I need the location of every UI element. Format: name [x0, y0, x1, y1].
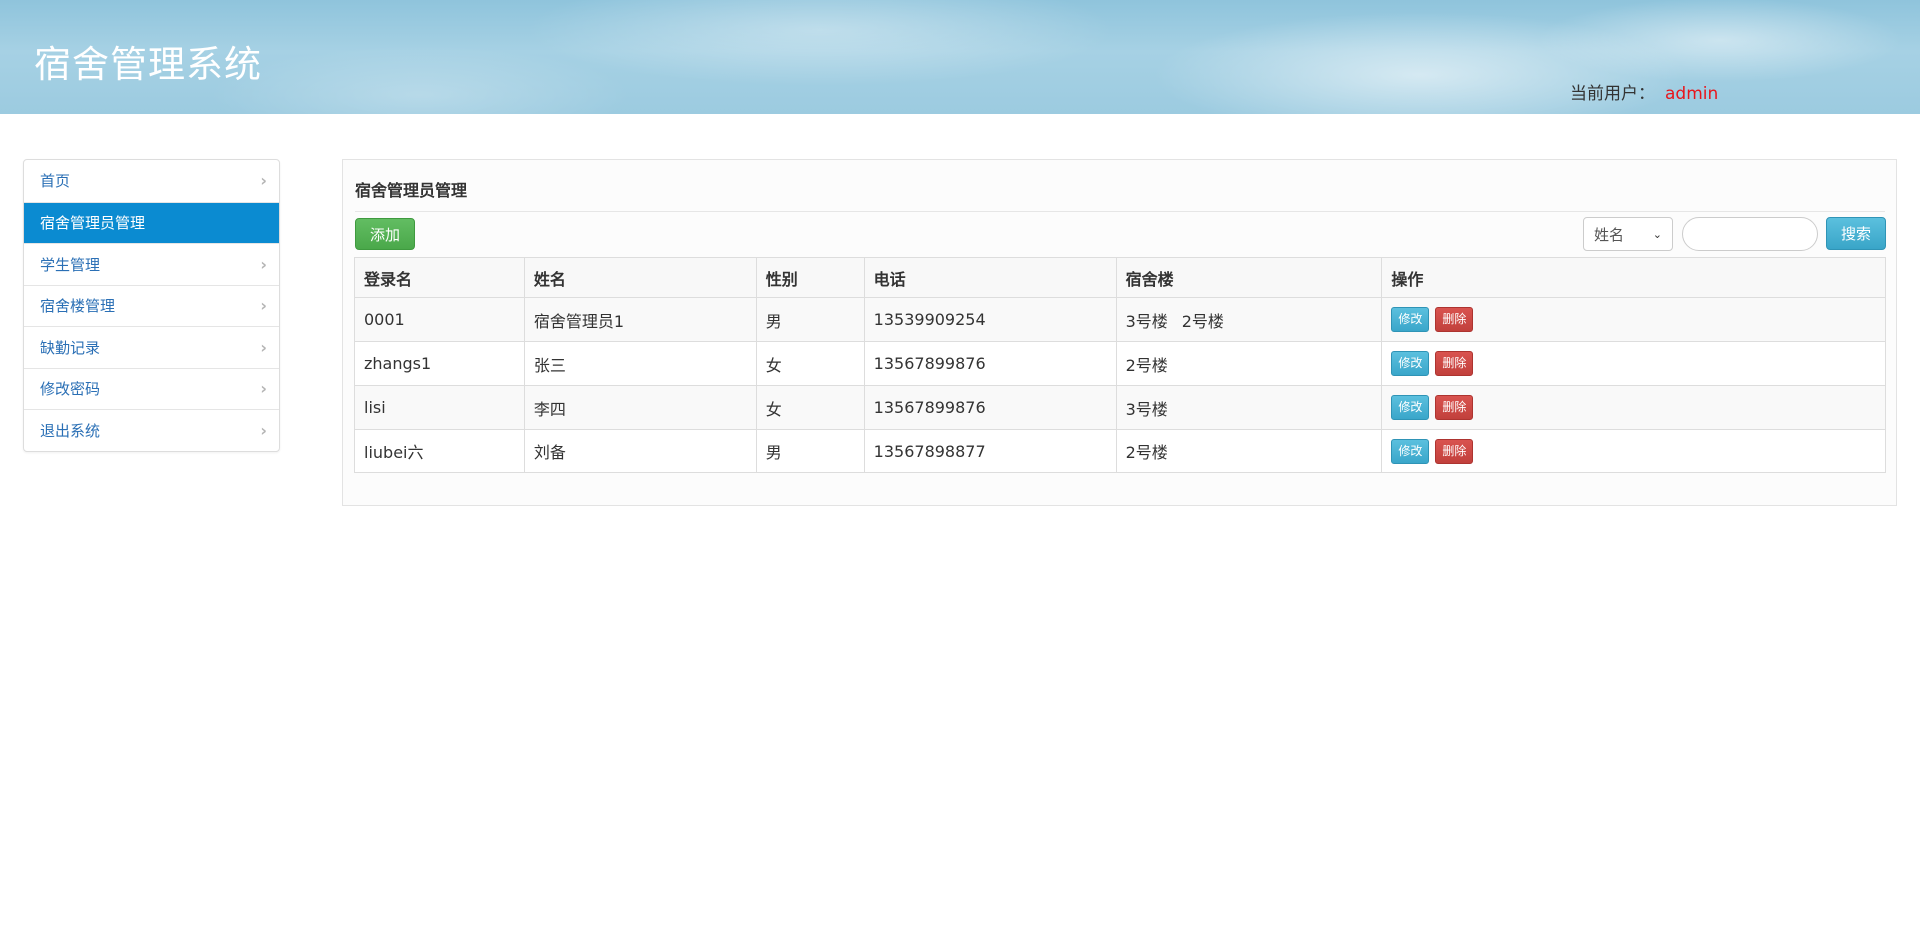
cell-actions: 修改 删除 [1381, 297, 1886, 342]
building-tag: 3号楼 [1125, 399, 1168, 419]
cell-name: 刘备 [523, 429, 757, 473]
table-header-row: 登录名 姓名 性别 电话 宿舍楼 操作 [354, 257, 1886, 298]
divider [355, 211, 1885, 212]
chevron-right-icon: › [260, 337, 267, 357]
cell-phone: 13567899876 [863, 385, 1117, 430]
column-header-phone: 电话 [863, 257, 1117, 298]
sidebar-item-label: 退出系统 [40, 421, 101, 440]
search-field-select[interactable]: 姓名 ⌄ [1583, 217, 1673, 251]
cell-gender: 女 [755, 385, 865, 430]
building-tag: 3号楼 [1125, 311, 1168, 331]
current-user: 当前用户： admin [1570, 79, 1718, 104]
cell-gender: 男 [755, 297, 865, 342]
sidebar-item-absence[interactable]: 缺勤记录 › [24, 326, 279, 368]
column-header-building: 宿舍楼 [1115, 257, 1383, 298]
sidebar-item-password[interactable]: 修改密码 › [24, 367, 279, 410]
page-title: 宿舍管理员管理 [355, 181, 468, 200]
building-tag: 2号楼 [1181, 311, 1224, 331]
current-user-label: 当前用户： [1570, 84, 1655, 104]
cell-phone: 13539909254 [863, 297, 1117, 342]
sidebar-item-label: 首页 [40, 172, 71, 191]
current-user-name: admin [1665, 84, 1719, 104]
cell-login: zhangs1 [354, 341, 525, 386]
table-row: zhangs1 张三 女 13567899876 2号楼 修改 删除 [354, 341, 1886, 386]
cell-phone: 13567899876 [863, 341, 1117, 386]
cell-name: 张三 [523, 341, 757, 386]
table-row: lisi 李四 女 13567899876 3号楼 修改 删除 [354, 385, 1886, 430]
cell-gender: 女 [755, 341, 865, 386]
cell-name: 宿舍管理员1 [523, 297, 757, 342]
column-header-login: 登录名 [354, 257, 525, 298]
search-button[interactable]: 搜索 [1826, 217, 1886, 250]
search-field-value: 姓名 [1594, 225, 1625, 244]
sidebar-nav: 首页 › 宿舍管理员管理 学生管理 › 宿舍楼管理 › 缺勤记录 › 修改密码 … [23, 159, 280, 452]
cell-name: 李四 [523, 385, 757, 430]
edit-button[interactable]: 修改 [1391, 438, 1430, 464]
delete-button[interactable]: 删除 [1435, 307, 1474, 332]
chevron-down-icon: ⌄ [1652, 227, 1662, 241]
sidebar-item-buildings[interactable]: 宿舍楼管理 › [24, 284, 279, 327]
delete-button[interactable]: 删除 [1435, 351, 1474, 376]
cell-login: liubei六 [354, 429, 525, 473]
chevron-right-icon: › [260, 296, 267, 316]
app-title: 宿舍管理系统 [34, 43, 262, 86]
cell-phone: 13567898877 [863, 429, 1117, 473]
cell-actions: 修改 删除 [1381, 385, 1886, 430]
chevron-right-icon: › [260, 420, 267, 440]
sidebar-item-dorm-admin[interactable]: 宿舍管理员管理 [24, 201, 279, 243]
edit-button[interactable]: 修改 [1391, 307, 1430, 332]
table-row: 0001 宿舍管理员1 男 13539909254 3号楼 2号楼 修改 删除 [354, 297, 1886, 342]
chevron-right-icon: › [260, 171, 267, 191]
add-button[interactable]: 添加 [355, 218, 415, 250]
sidebar-item-home[interactable]: 首页 › [24, 160, 279, 202]
edit-button[interactable]: 修改 [1391, 351, 1430, 376]
cell-building: 2号楼 [1115, 341, 1383, 386]
column-header-actions: 操作 [1381, 257, 1886, 298]
cell-building: 2号楼 [1115, 429, 1383, 473]
cell-login: lisi [354, 385, 525, 430]
header-banner: 宿舍管理系统 当前用户： admin [0, 0, 1920, 114]
admin-table: 登录名 姓名 性别 电话 宿舍楼 操作 0001 宿舍管理员1 男 135399… [354, 257, 1886, 473]
chevron-right-icon: › [260, 379, 267, 399]
delete-button[interactable]: 删除 [1435, 438, 1474, 464]
building-tag: 2号楼 [1125, 355, 1168, 375]
building-tag: 2号楼 [1125, 443, 1168, 462]
sidebar-item-label: 学生管理 [40, 255, 101, 274]
cell-building: 3号楼 [1115, 385, 1383, 430]
sidebar-item-label: 修改密码 [40, 380, 101, 399]
cell-login: 0001 [354, 297, 525, 342]
column-header-name: 姓名 [523, 257, 757, 298]
sidebar-item-label: 缺勤记录 [40, 338, 101, 357]
table-row: liubei六 刘备 男 13567898877 2号楼 修改 删除 [354, 429, 1886, 473]
sidebar-item-students[interactable]: 学生管理 › [24, 243, 279, 285]
sidebar-item-label: 宿舍管理员管理 [40, 214, 146, 233]
search-input[interactable] [1682, 217, 1818, 251]
sidebar-item-logout[interactable]: 退出系统 › [24, 409, 279, 451]
cell-gender: 男 [755, 429, 865, 473]
cell-building: 3号楼 2号楼 [1115, 297, 1383, 342]
delete-button[interactable]: 删除 [1435, 395, 1474, 420]
chevron-right-icon: › [260, 254, 267, 274]
sidebar-item-label: 宿舍楼管理 [40, 297, 116, 316]
cell-actions: 修改 删除 [1381, 341, 1886, 386]
edit-button[interactable]: 修改 [1391, 395, 1430, 420]
column-header-gender: 性别 [755, 257, 865, 298]
cell-actions: 修改 删除 [1381, 429, 1886, 473]
main-panel: 宿舍管理员管理 添加 姓名 ⌄ 搜索 登录名 姓名 性别 电话 宿舍楼 操作 0… [342, 159, 1897, 506]
